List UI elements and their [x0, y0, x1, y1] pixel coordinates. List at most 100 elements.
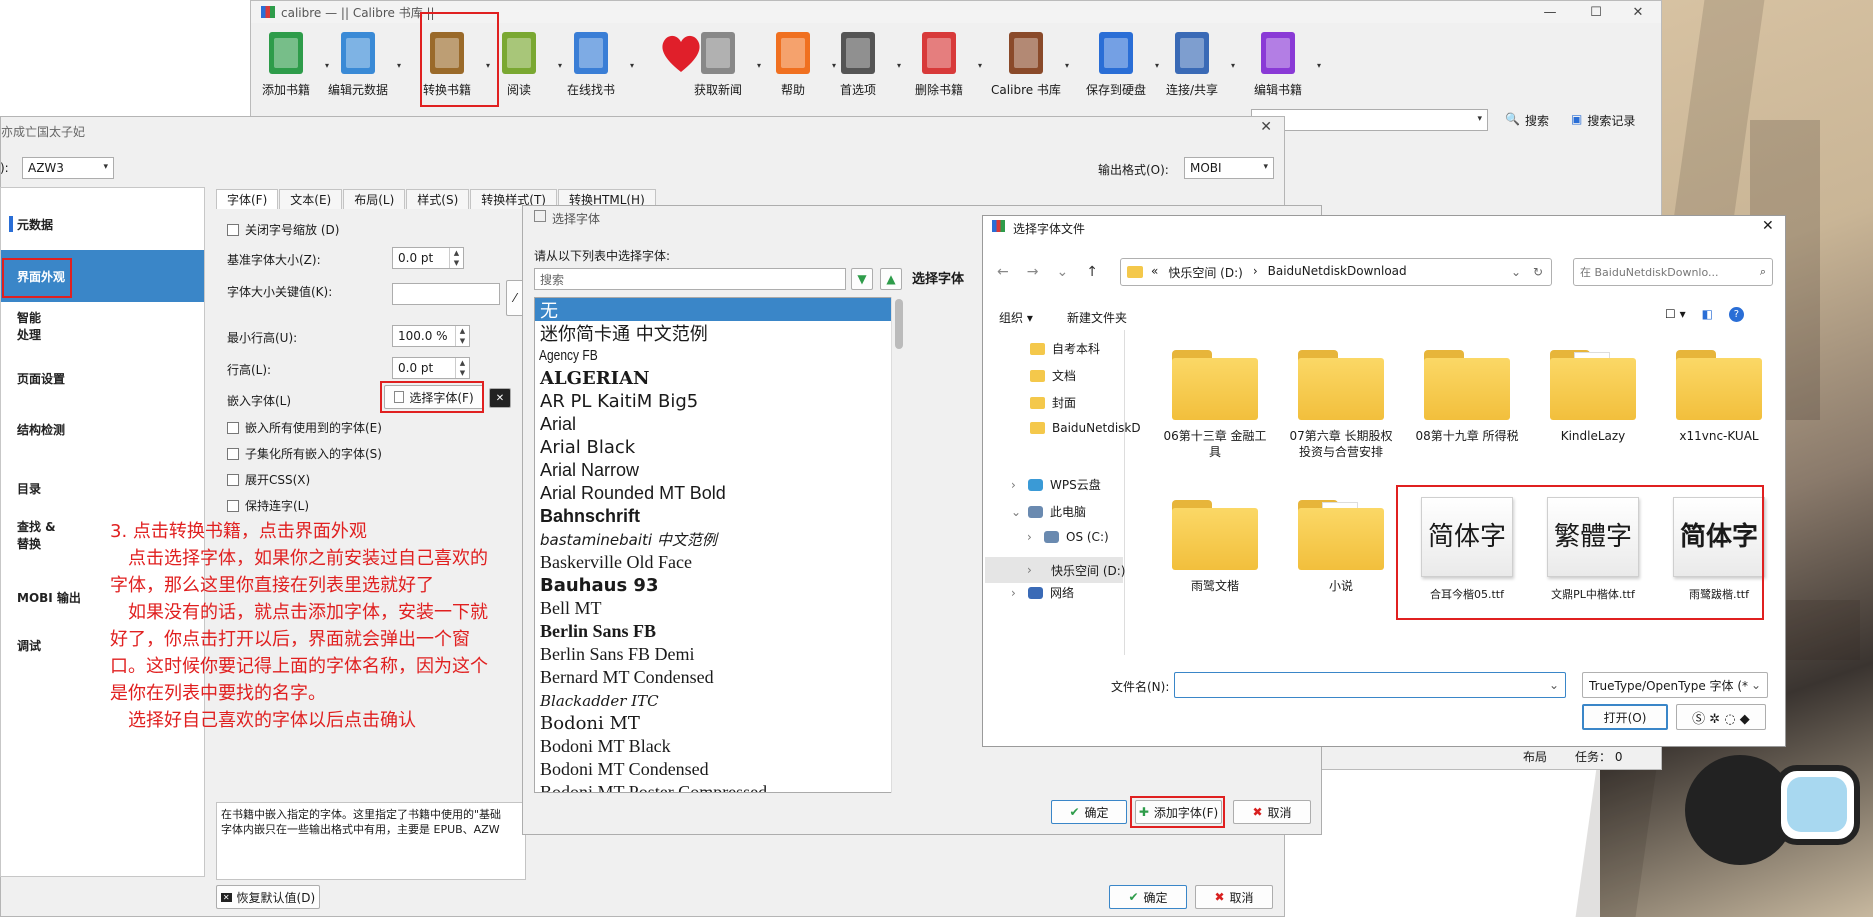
dropdown-arrow-icon[interactable]: ▾ [397, 61, 401, 70]
font-list-item[interactable]: Arial Rounded MT Bold [535, 482, 904, 505]
path-segment[interactable]: « [1151, 264, 1158, 281]
toolbar-remove-book-button[interactable]: 删除书籍 ▾ [904, 27, 982, 98]
font-list-item[interactable]: Agency FB [535, 344, 830, 367]
tab-0[interactable]: 字体(F) [216, 189, 279, 209]
font-list-item[interactable]: Bodoni MT Condensed [535, 758, 904, 781]
layout-button[interactable]: 布局 [1523, 748, 1547, 765]
new-folder-button[interactable]: 新建文件夹 [1067, 309, 1127, 326]
toolbar-news-button[interactable]: 获取新闻 ▾ [683, 27, 761, 98]
folder-tile[interactable]: x11vnc-KUAL [1664, 350, 1774, 444]
path-segment[interactable]: › [1253, 264, 1258, 281]
convert-cancel-button[interactable]: ✖ 取消 [1195, 885, 1273, 909]
tree-item[interactable]: BaiduNetdiskD [1030, 421, 1141, 435]
tree-item[interactable]: › 快乐空间 (D:) [985, 557, 1125, 583]
font-list-item[interactable]: Baskerville Old Face [535, 551, 904, 574]
up-arrow-icon[interactable]: ↑ [1086, 264, 1098, 280]
font-list-item[interactable]: Bernard MT Condensed [535, 666, 904, 689]
toolbar-preferences-tools-button[interactable]: 首选项 ▾ [823, 27, 901, 98]
close-button[interactable]: ✕ [1615, 1, 1661, 23]
subset-fonts-checkbox[interactable]: 子集化所有嵌入的字体(S) [227, 445, 382, 462]
font-list-item[interactable]: ALGERIAN [535, 367, 904, 390]
convert-ok-button[interactable]: ✔ 确定 [1109, 885, 1187, 909]
expand-chevron-icon[interactable]: › [1011, 478, 1016, 492]
saved-search-button[interactable]: ▣ 搜索记录 [1571, 112, 1635, 129]
font-list-item[interactable]: Bodoni MT Black [535, 735, 904, 758]
next-match-button[interactable]: ▼ [851, 268, 873, 290]
font-list-scrollbar[interactable] [891, 297, 905, 793]
search-button[interactable]: 🔍 搜索 [1505, 112, 1549, 129]
clear-font-button[interactable]: ✕ [489, 388, 511, 408]
tree-item[interactable]: 封面 [1030, 394, 1076, 411]
folder-tile[interactable]: 小说 [1286, 500, 1396, 594]
font-list-item[interactable]: Arial Narrow [535, 459, 904, 482]
toolbar-edit-metadata-button[interactable]: 编辑元数据 ▾ [323, 27, 401, 98]
dropdown-arrow-icon[interactable]: ▾ [897, 61, 901, 70]
address-bar[interactable]: « 快乐空间 (D:) › BaiduNetdiskDownload ⌄ ↻ [1120, 258, 1552, 286]
tree-item[interactable]: 自考本科 [1030, 340, 1100, 357]
font-list-item[interactable]: 无 [535, 298, 904, 322]
restore-defaults-button[interactable]: ✕ 恢复默认值(D) [216, 885, 320, 909]
font-list-item[interactable]: Berlin Sans FB [535, 620, 904, 643]
font-list-item[interactable]: Arial [535, 413, 904, 436]
file-cancel-button[interactable]: Ⓢ ✲ ◌ ◆ [1676, 704, 1766, 730]
forward-arrow-icon[interactable]: → [1027, 264, 1039, 280]
dropdown-arrow-icon[interactable]: ▾ [1317, 61, 1321, 70]
path-segment[interactable]: 快乐空间 (D:) [1168, 264, 1242, 281]
font-list-item[interactable]: Bodoni MT [535, 712, 904, 735]
back-arrow-icon[interactable]: ← [997, 264, 1009, 280]
font-list-item[interactable]: bastaminebaiti 中文范例 [535, 528, 904, 551]
toolbar-download-books-button[interactable]: 在线找书 ▾ [556, 27, 634, 98]
toolbar-library-books-button[interactable]: Calibre 书库 ▾ [991, 27, 1069, 98]
toolbar-edit-book-button[interactable]: 编辑书籍 ▾ [1243, 27, 1321, 98]
font-list-item[interactable]: Blackadder ITC [535, 689, 904, 712]
open-button[interactable]: 打开(O) [1582, 704, 1668, 730]
jobs-status[interactable]: 任务： 0 [1575, 748, 1622, 765]
tree-item[interactable]: ⌄ 此电脑 [1011, 503, 1086, 520]
dropdown-arrow-icon[interactable]: ▾ [1231, 61, 1235, 70]
sidebar-item-metadata[interactable]: 元数据 [1, 198, 204, 250]
help-icon[interactable]: ? [1728, 307, 1744, 322]
folder-tile[interactable]: 雨鹭文楷 [1160, 500, 1270, 594]
base-font-size-input[interactable]: 0.0 pt ▲ ▼ [392, 247, 464, 269]
folder-tile[interactable]: KindleLazy [1538, 350, 1648, 444]
sidebar-item-heuristics[interactable]: 智能 处理 [1, 300, 204, 352]
folder-tile[interactable]: 07第六章 长期股权投资与合营安排 [1286, 350, 1396, 460]
convert-close-button[interactable]: ✕ [1260, 119, 1272, 135]
font-list-item[interactable]: Bodoni MT Poster Compressed [535, 781, 904, 792]
file-dialog-close-button[interactable]: ✕ [1762, 218, 1774, 234]
font-list-item[interactable]: Bell MT [535, 597, 904, 620]
tree-item[interactable]: 文档 [1030, 367, 1076, 384]
expand-chevron-icon[interactable]: › [1011, 586, 1016, 600]
tab-1[interactable]: 文本(E) [279, 189, 343, 209]
refresh-icon[interactable]: ↻ [1533, 265, 1543, 279]
organize-menu[interactable]: 组织 ▾ [999, 309, 1033, 326]
file-search-input[interactable]: 在 BaiduNetdiskDownlo... ⌕ [1573, 258, 1773, 286]
expand-css-checkbox[interactable]: 展开CSS(X) [227, 471, 310, 488]
input-format-select[interactable]: AZW3 ▾ [22, 157, 114, 179]
sidebar-item-structure[interactable]: 结构检测 [1, 403, 204, 455]
library-search-combo[interactable]: ▾ [1251, 109, 1488, 131]
tree-item[interactable]: › WPS云盘 [1011, 476, 1101, 493]
sidebar-item-toc[interactable]: 目录 [1, 462, 204, 514]
chevron-down-icon[interactable]: ⌄ [1511, 265, 1521, 279]
toolbar-save-disk-button[interactable]: 保存到硬盘 ▾ [1081, 27, 1159, 98]
path-segment[interactable]: BaiduNetdiskDownload [1268, 264, 1407, 281]
tree-item[interactable]: › 网络 [1011, 584, 1074, 601]
font-list-item[interactable]: Bahnschrift [535, 505, 904, 528]
prev-match-button[interactable]: ▲ [880, 268, 902, 290]
recent-dropdown-icon[interactable]: ⌄ [1056, 264, 1068, 280]
dropdown-arrow-icon[interactable]: ▾ [978, 61, 982, 70]
font-size-key-input[interactable] [392, 283, 500, 305]
tab-3[interactable]: 样式(S) [406, 189, 470, 209]
toolbar-connect-share-button[interactable]: 连接/共享 ▾ [1157, 27, 1235, 98]
font-list-item[interactable]: Bauhaus 93 [535, 574, 904, 597]
tree-item[interactable]: › OS (C:) [1027, 530, 1109, 544]
toolbar-add-book-button[interactable]: 添加书籍 ▾ [251, 27, 329, 98]
font-search-input[interactable]: 搜索 [534, 268, 846, 290]
embed-all-fonts-checkbox[interactable]: 嵌入所有使用到的字体(E) [227, 419, 382, 436]
font-list-item[interactable]: AR PL KaitiM Big5 [535, 390, 904, 413]
expand-chevron-icon[interactable]: › [1027, 563, 1032, 577]
view-mode-icon[interactable]: ☐ ▾ [1665, 307, 1686, 322]
font-cancel-button[interactable]: ✖ 取消 [1233, 800, 1311, 824]
font-list-item[interactable]: Berlin Sans FB Demi [535, 643, 904, 666]
